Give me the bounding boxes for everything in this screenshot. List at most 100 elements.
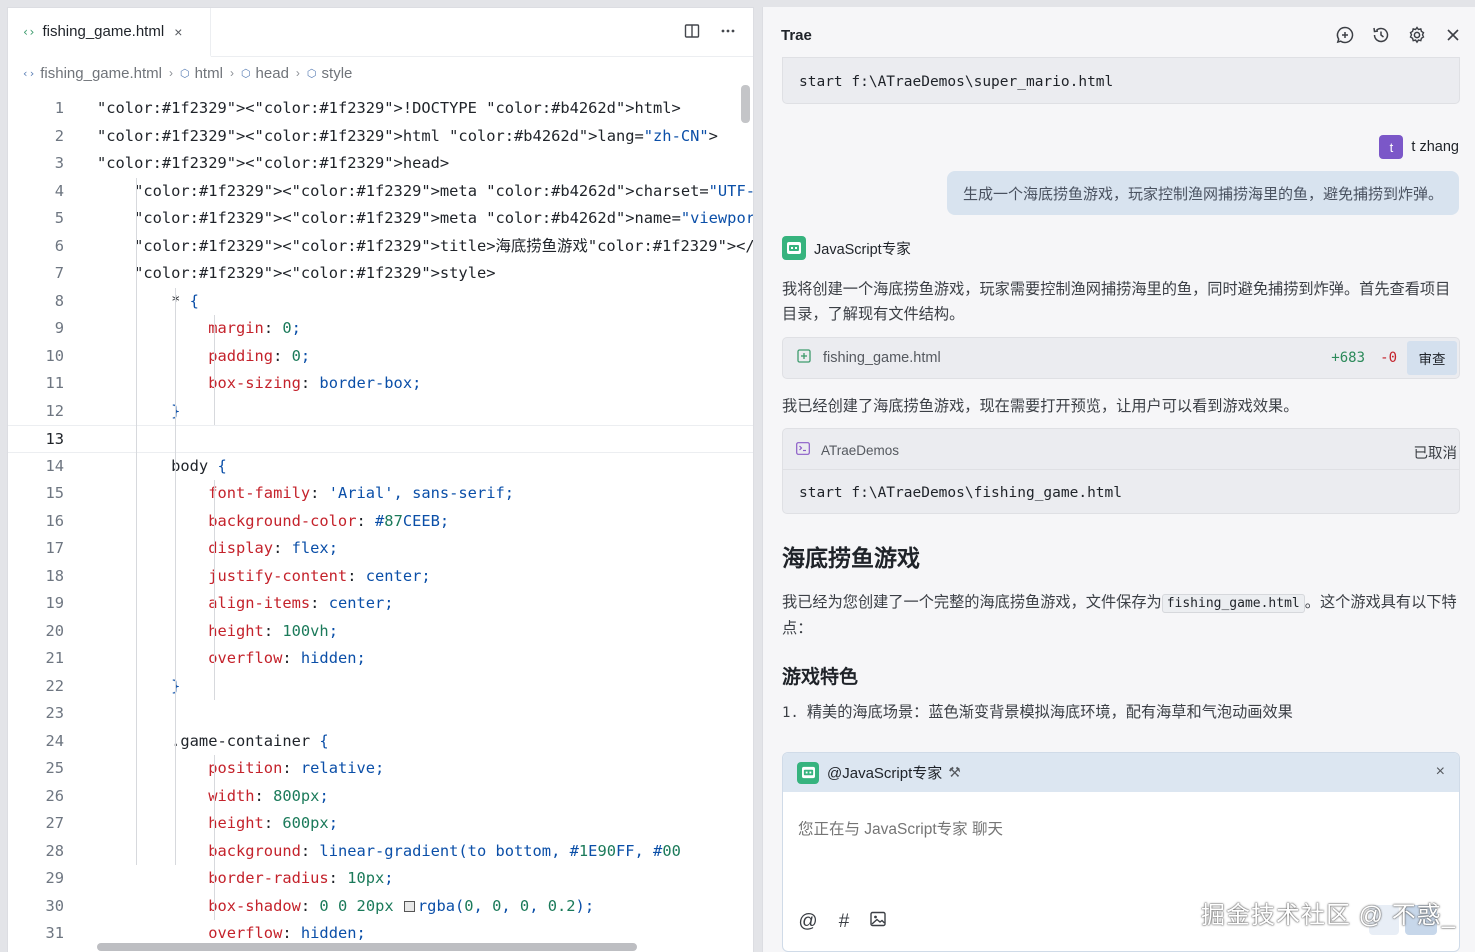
lines-removed: -0 (1380, 350, 1397, 366)
line-number: 25 (45, 759, 64, 777)
code-text: * { (97, 291, 199, 310)
element-icon: ⬡ (179, 66, 190, 80)
avatar: t (1379, 135, 1404, 159)
code-text: position: relative; (208, 759, 385, 777)
breadcrumb-label: head (255, 64, 289, 82)
code-line[interactable]: 2 "color:#1f2329"><"color:#1f2329">html "… (8, 123, 753, 151)
breadcrumb-style[interactable]: ⬡ style (307, 65, 352, 82)
code-line[interactable]: 6 "color:#1f2329"><"color:#1f2329">title… (8, 233, 753, 261)
code-line[interactable]: 7 "color:#1f2329"><"color:#1f2329">style… (8, 260, 753, 288)
code-text: height: 600px; (208, 814, 338, 832)
lines-added: +683 (1331, 350, 1365, 366)
tools-icon[interactable]: ⚒ (948, 764, 961, 781)
previous-command-block: start f:\ATraeDemos\super_mario.html (782, 57, 1460, 104)
agent-name: JavaScript专家 (814, 241, 911, 258)
tab-label: fishing_game.html (42, 23, 165, 40)
code-line[interactable]: 8 * { (8, 288, 753, 316)
terminal-block: ATraeDemos 已取消 start f:\ATraeDemos\fishi… (782, 428, 1460, 514)
mention-bar: @JavaScript专家 ⚒ × (783, 753, 1459, 792)
code-line[interactable]: 9 margin: 0; (8, 315, 753, 343)
agent-message-1: 我将创建一个海底捞鱼游戏，玩家需要控制渔网捕捞海里的鱼，同时避免捕捞到炸弹。首先… (782, 281, 1451, 323)
code-text: align-items: center; (208, 594, 394, 612)
settings-icon[interactable] (1405, 23, 1429, 47)
file-change-card[interactable]: fishing_game.html +683 -0 审查 (782, 337, 1460, 379)
line-number: 13 (45, 430, 64, 448)
split-editor-icon[interactable] (681, 20, 703, 42)
code-line[interactable]: 14 body { (8, 453, 753, 481)
code-line[interactable]: 13 (8, 425, 753, 453)
close-icon[interactable] (1441, 23, 1465, 47)
mention-close-icon[interactable]: × (1436, 763, 1445, 781)
breadcrumb-html[interactable]: ⬡ html (180, 65, 223, 82)
code-area[interactable]: 1 "color:#1f2329"><"color:#1f2329">!DOCTY… (8, 95, 753, 952)
chat-title: Trae (781, 26, 812, 44)
image-icon[interactable] (869, 910, 887, 933)
tab-bar: ‹› fishing_game.html × (8, 8, 753, 57)
code-text: margin: 0; (208, 319, 301, 337)
line-number: 1 (54, 99, 64, 117)
code-line[interactable]: 18 justify-content: center; (8, 563, 753, 591)
code-line[interactable]: 22 } (8, 673, 753, 701)
history-icon[interactable] (1369, 23, 1393, 47)
line-number: 9 (54, 319, 64, 337)
code-line[interactable]: 26 width: 800px; (8, 783, 753, 811)
code-line[interactable]: 19 align-items: center; (8, 590, 753, 618)
color-swatch[interactable] (403, 900, 415, 912)
user-name: t zhang (1411, 139, 1459, 155)
code-line[interactable]: 11 box-sizing: border-box; (8, 370, 753, 398)
code-line[interactable]: 10 padding: 0; (8, 343, 753, 371)
code-line[interactable]: 21 overflow: hidden; (8, 645, 753, 673)
line-number: 28 (45, 841, 64, 860)
breadcrumb-head[interactable]: ⬡ head (241, 65, 289, 82)
breadcrumb-label: style (321, 64, 353, 82)
code-line[interactable]: 24 .game-container { (8, 728, 753, 756)
code-line[interactable]: 17 display: flex; (8, 535, 753, 563)
code-text: "color:#1f2329"><"color:#1f2329">head> (97, 154, 450, 172)
code-text: overflow: hidden; (208, 649, 366, 667)
element-icon: ⬡ (240, 66, 251, 80)
line-number: 4 (54, 181, 64, 200)
indent-guide (214, 315, 215, 425)
chat-input[interactable] (783, 793, 1459, 893)
line-number: 6 (54, 236, 64, 255)
breadcrumb-file[interactable]: ‹› fishing_game.html (22, 65, 162, 82)
code-line[interactable]: 5 "color:#1f2329"><"color:#1f2329">meta … (8, 205, 753, 233)
code-text: "color:#1f2329"><"color:#1f2329">html "c… (97, 126, 718, 145)
element-icon: ⬡ (306, 66, 317, 80)
code-text: "color:#1f2329"><"color:#1f2329">title>海… (134, 236, 754, 255)
mention-label: @JavaScript专家 (827, 765, 943, 782)
code-text: } (97, 673, 180, 701)
list-item-text: 精美的海底场景：蓝色渐变背景模拟海底环境，配有海草和气泡动画效果 (806, 704, 1293, 721)
mention-button[interactable]: @ (797, 911, 819, 933)
breadcrumb-label: html (194, 64, 223, 82)
response-subheading: 游戏特色 (782, 667, 859, 688)
horizontal-scrollbar[interactable] (97, 943, 637, 951)
code-line[interactable]: 12 } (8, 398, 753, 426)
line-number: 30 (45, 896, 64, 915)
tab-close-icon[interactable]: × (174, 24, 182, 40)
review-button[interactable]: 审查 (1407, 341, 1457, 375)
feature-list-item: 1. 精美的海底场景：蓝色渐变背景模拟海底环境，配有海草和气泡动画效果 (782, 700, 1462, 726)
terminal-status: 已取消 (1413, 446, 1458, 462)
code-line[interactable]: 28 background: linear-gradient(to bottom… (8, 838, 753, 866)
code-line[interactable]: 1 "color:#1f2329"><"color:#1f2329">!DOCTY… (8, 95, 753, 123)
code-line[interactable]: 16 background-color: #87CEEB; (8, 508, 753, 536)
code-line[interactable]: 20 height: 100vh; (8, 618, 753, 646)
tab-fishing-game[interactable]: ‹› fishing_game.html × (8, 8, 211, 57)
more-actions-icon[interactable] (717, 20, 739, 42)
code-line[interactable]: 25 position: relative; (8, 755, 753, 783)
new-chat-icon[interactable] (1333, 23, 1357, 47)
code-line[interactable]: 3 "color:#1f2329"><"color:#1f2329">head> (8, 150, 753, 178)
code-text: "color:#1f2329"><"color:#1f2329">meta "c… (134, 209, 753, 227)
user-message: 生成一个海底捞鱼游戏，玩家控制渔网捕捞海里的鱼，避免捕捞到炸弹。 (946, 171, 1459, 215)
code-line[interactable]: 15 font-family: 'Arial', sans-serif; (8, 480, 753, 508)
context-button[interactable]: # (833, 911, 855, 933)
code-line[interactable]: 30 box-shadow: 0 0 20px rgba(0, 0, 0, 0.… (8, 893, 753, 921)
file-name: fishing_game.html (823, 350, 941, 366)
code-line[interactable]: 4 "color:#1f2329"><"color:#1f2329">meta … (8, 178, 753, 206)
code-text: "color:#1f2329"><"color:#1f2329">!DOCTYP… (97, 99, 681, 117)
code-line[interactable]: 29 border-radius: 10px; (8, 865, 753, 893)
vertical-scrollbar[interactable] (741, 85, 750, 123)
code-line[interactable]: 27 height: 600px; (8, 810, 753, 838)
code-line[interactable]: 23 (8, 700, 753, 728)
